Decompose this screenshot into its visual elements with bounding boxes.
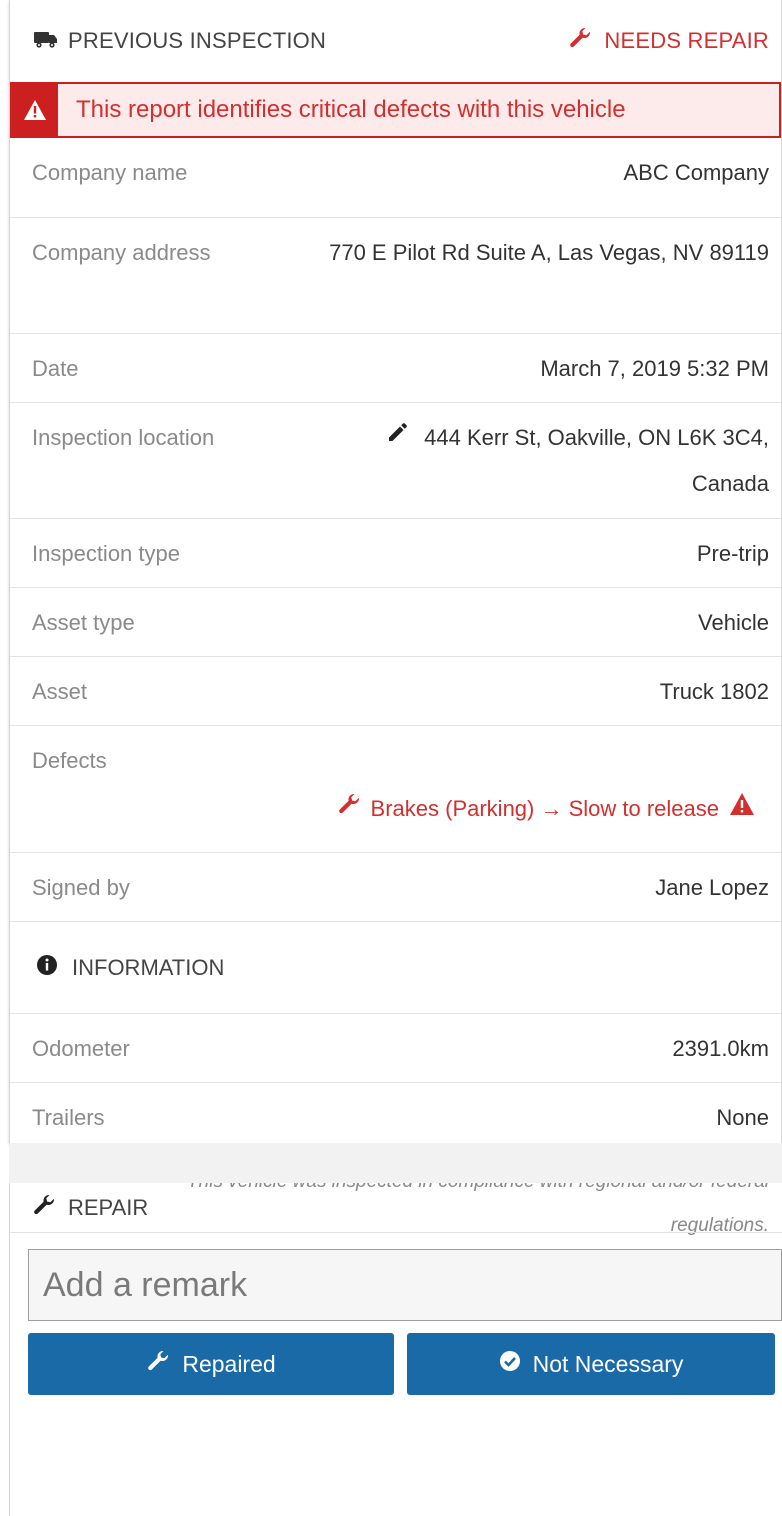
status-badge: NEEDS REPAIR — [604, 28, 769, 53]
location-value[interactable]: 444 Kerr St, Oakville, ON L6K 3C4, Canad… — [319, 415, 769, 507]
label: Asset — [32, 679, 88, 704]
wrench-icon — [32, 1193, 68, 1223]
row-signed-by: Signed by Jane Lopez — [10, 853, 781, 922]
wrench-icon — [568, 26, 604, 56]
warning-icon — [719, 786, 765, 832]
wrench-icon — [146, 1349, 182, 1379]
repaired-button[interactable]: Repaired — [28, 1333, 394, 1395]
row-company-address: Company address 770 E Pilot Rd Suite A, … — [10, 218, 781, 334]
row-asset: Asset Truck 1802 — [10, 657, 781, 726]
repaired-label: Repaired — [182, 1350, 276, 1377]
value: 2391.0km — [672, 1036, 769, 1061]
card-header: PREVIOUS INSPECTION NEEDS REPAIR — [10, 0, 781, 82]
value: None — [716, 1105, 769, 1130]
row-odometer: Odometer 2391.0km — [10, 1014, 781, 1083]
information-title: INFORMATION — [72, 954, 225, 980]
value: 770 E Pilot Rd Suite A, Las Vegas, NV 89… — [329, 240, 769, 265]
information-header: INFORMATION — [10, 922, 781, 1014]
repair-title: REPAIR — [68, 1194, 149, 1220]
label: Defects — [32, 748, 107, 773]
inspection-card: PREVIOUS INSPECTION NEEDS REPAIR This re… — [9, 0, 782, 1236]
row-inspection-type: Inspection type Pre-trip — [10, 519, 781, 588]
label: Company name — [32, 160, 188, 185]
label: Odometer — [32, 1036, 130, 1061]
card-title: PREVIOUS INSPECTION — [68, 28, 327, 53]
value: Vehicle — [698, 610, 769, 635]
info-icon — [36, 954, 72, 982]
wrench-icon — [327, 786, 371, 832]
label: Inspection location — [32, 425, 215, 450]
not-necessary-button[interactable]: Not Necessary — [407, 1333, 775, 1395]
check-circle-icon — [499, 1350, 533, 1378]
row-trailers: Trailers None — [10, 1083, 781, 1152]
value: Pre-trip — [696, 541, 769, 566]
section-divider — [9, 1143, 782, 1183]
location-text: 444 Kerr St, Oakville, ON L6K 3C4, Canad… — [424, 425, 769, 496]
label: Signed by — [32, 875, 130, 900]
row-company-name: Company name ABC Company — [10, 138, 781, 218]
label: Asset type — [32, 610, 135, 635]
value: Jane Lopez — [655, 875, 769, 900]
value: ABC Company — [623, 160, 769, 185]
pencil-icon[interactable] — [386, 414, 408, 460]
critical-alert: This report identifies critical defects … — [10, 82, 781, 138]
remark-input[interactable] — [28, 1249, 782, 1321]
repair-section: REPAIR Repaired Not Necessary — [9, 1183, 782, 1516]
not-necessary-label: Not Necessary — [532, 1350, 684, 1377]
defect-text: Brakes (Parking) → Slow to release — [370, 796, 719, 821]
warning-icon — [12, 84, 58, 136]
alert-text: This report identifies critical defects … — [76, 96, 626, 123]
label: Company address — [32, 240, 211, 265]
row-date: Date March 7, 2019 5:32 PM — [10, 334, 781, 403]
value: March 7, 2019 5:32 PM — [540, 356, 769, 381]
truck-icon — [34, 28, 68, 54]
defect-item[interactable]: Brakes (Parking) → Slow to release — [32, 786, 769, 832]
label: Trailers — [32, 1105, 105, 1130]
row-asset-type: Asset type Vehicle — [10, 588, 781, 657]
row-defects: Defects Brakes (Parking) → Slow to relea… — [10, 726, 781, 853]
value: Truck 1802 — [659, 679, 769, 704]
label: Inspection type — [32, 541, 180, 566]
label: Date — [32, 356, 79, 381]
repair-header: REPAIR — [10, 1183, 782, 1233]
row-inspection-location: Inspection location 444 Kerr St, Oakvill… — [10, 403, 781, 519]
